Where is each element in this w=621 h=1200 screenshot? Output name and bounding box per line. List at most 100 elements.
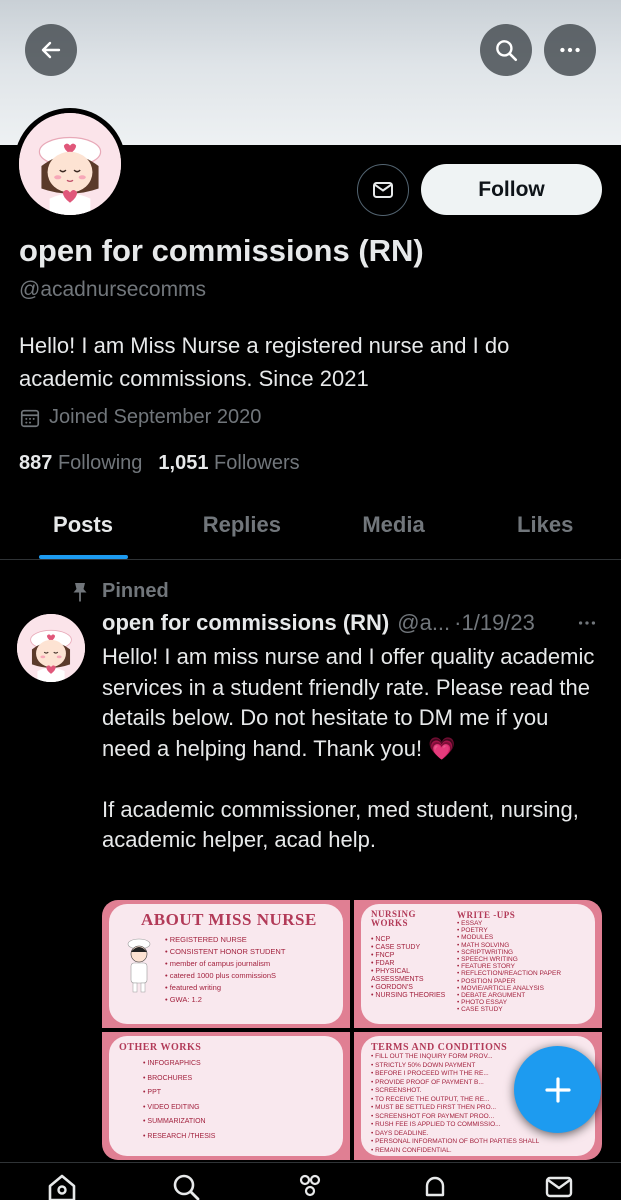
about-title: ABOUT MISS NURSE (141, 910, 317, 929)
post-author-handle[interactable]: @a... (397, 610, 450, 636)
tab-replies[interactable]: Replies (166, 490, 318, 559)
nursing-item: FDAR (371, 960, 449, 968)
nursing-item: PHYSICAL ASSESSMENTS (371, 968, 449, 984)
other-item: VIDEO EDITING (143, 1101, 333, 1116)
writeups-item: POSITION PAPER (457, 978, 585, 985)
writeups-title: WRITE -UPS (457, 910, 516, 920)
other-item: PPT (143, 1086, 333, 1101)
nursing-item: NURSING THEORIES (371, 992, 449, 1000)
other-title: OTHER WORKS (119, 1042, 202, 1053)
post-author-name[interactable]: open for commissions (RN) (102, 610, 389, 636)
writeups-item: REFLECTION/REACTION PAPER (457, 970, 585, 977)
about-item: CONSISTENT HONOR STUDENT (165, 946, 286, 958)
writeups-item: CASE STUDY (457, 1006, 585, 1013)
other-item: BROCHURES (143, 1072, 333, 1087)
following-label: Following (57, 452, 143, 474)
nursing-list: NCP CASE STUDY FNCP FDAR PHYSICAL ASSESS… (371, 936, 449, 1000)
followers-count: 1,051 (158, 452, 209, 474)
follow-stats: 887 Following 1,051 Followers (19, 452, 300, 475)
writeups-item: MOVIE/ARTICLE ANALYSIS (457, 985, 585, 992)
writeups-item: DEBATE ARGUMENT (457, 992, 585, 999)
media-image-services[interactable]: NURSING WORKS NCP CASE STUDY FNCP FDAR P… (354, 900, 602, 1028)
nurse-avatar-illustration (17, 614, 85, 682)
post-text: Hello! I am miss nurse and I offer quali… (102, 644, 595, 852)
terms-item: PERSONAL INFORMATION OF BOTH PARTIES SHA… (371, 1138, 585, 1147)
about-item: REGISTERED NURSE (165, 934, 285, 946)
followers-link[interactable]: 1,051 Followers (158, 452, 299, 475)
profile-bio: Hello! I am Miss Nurse a registered nurs… (19, 333, 510, 391)
bottom-navigation (0, 1162, 621, 1200)
writeups-list: ESSAY POETRY MODULES MATH SOLVING SCRIPT… (457, 920, 585, 1014)
post-more-button[interactable] (576, 612, 598, 640)
pinned-indicator: Pinned (72, 580, 169, 603)
writeups-item: MATH SOLVING (457, 942, 585, 949)
about-list: REGISTERED NURSE CONSISTENT HONOR STUDEN… (165, 934, 286, 1006)
envelope-icon (545, 1176, 573, 1198)
nav-notifications[interactable] (415, 1171, 455, 1200)
search-icon (173, 1174, 200, 1200)
writeups-item: PHOTO ESSAY (457, 999, 585, 1006)
profile-avatar[interactable] (14, 108, 126, 220)
nav-messages[interactable] (539, 1171, 579, 1200)
media-image-about[interactable]: ABOUT MISS NURSE REGISTERED NURSE CONSIS… (102, 900, 350, 1028)
back-button[interactable] (25, 24, 77, 76)
writeups-item: SCRIPTWRITING (457, 949, 585, 956)
writeups-item: ESSAY (457, 920, 585, 927)
nursing-item: NCP (371, 936, 449, 944)
following-link[interactable]: 887 Following (19, 452, 142, 475)
post-header: open for commissions (RN) @a... ·1/19/23 (102, 610, 607, 636)
media-image-other-works[interactable]: OTHER WORKS INFOGRAPHICS BROCHURES PPT V… (102, 1032, 350, 1160)
nursing-item: FNCP (371, 952, 449, 960)
nurse-figure-illustration (127, 938, 151, 993)
tab-media[interactable]: Media (318, 490, 470, 559)
profile-handle: @acadnursecomms (19, 278, 207, 301)
nursing-item: GORDON'S (371, 984, 449, 992)
nav-home[interactable] (42, 1171, 82, 1200)
home-icon (48, 1174, 76, 1200)
profile-tabs: Posts Replies Media Likes (0, 490, 621, 560)
about-item: featured writing (165, 982, 285, 994)
search-button[interactable] (480, 24, 532, 76)
about-item: catered 1000 plus commissionS (165, 970, 285, 982)
nav-search[interactable] (166, 1171, 206, 1200)
other-list: INFOGRAPHICS BROCHURES PPT VIDEO EDITING… (143, 1057, 333, 1144)
pinned-label: Pinned (102, 580, 169, 602)
about-item: member of campus journalism (165, 958, 285, 970)
search-icon (496, 40, 518, 62)
terms-item: REMAIN CONFIDENTIAL. (371, 1147, 585, 1156)
tab-posts[interactable]: Posts (0, 490, 166, 559)
envelope-icon (373, 182, 393, 198)
more-icon (560, 47, 580, 53)
other-item: RESEARCH /THESIS (143, 1130, 333, 1145)
nursing-item: CASE STUDY (371, 944, 449, 952)
more-button[interactable] (544, 24, 596, 76)
calendar-icon (20, 409, 40, 427)
communities-icon (300, 1174, 321, 1197)
joined-date: Joined September 2020 (19, 406, 261, 429)
tab-likes[interactable]: Likes (469, 490, 621, 559)
writeups-item: FEATURE STORY (457, 963, 585, 970)
other-item: SUMMARIZATION (143, 1115, 333, 1130)
follow-button[interactable]: Follow (421, 164, 602, 215)
compose-button[interactable] (514, 1046, 601, 1133)
message-button[interactable] (357, 164, 409, 216)
other-item: INFOGRAPHICS (143, 1057, 333, 1072)
bell-icon (425, 1176, 444, 1197)
nav-communities[interactable] (290, 1171, 330, 1200)
nurse-avatar-illustration (19, 113, 121, 215)
plus-icon (544, 1076, 571, 1103)
writeups-item: MODULES (457, 934, 585, 941)
writeups-item: POETRY (457, 927, 585, 934)
writeups-item: SPEECH WRITING (457, 956, 585, 963)
post-date[interactable]: ·1/19/23 (454, 610, 535, 636)
following-count: 887 (19, 452, 53, 474)
followers-label: Followers (214, 452, 300, 474)
about-item: GWA: 1.2 (165, 994, 285, 1006)
post-author-avatar[interactable] (17, 614, 85, 682)
nursing-title: NURSING WORKS (371, 909, 417, 928)
display-name: open for commissions (RN) (19, 233, 424, 268)
pin-icon (73, 582, 87, 601)
joined-text: Joined September 2020 (49, 406, 262, 428)
more-icon (578, 621, 596, 625)
arrow-left-icon (41, 41, 61, 59)
